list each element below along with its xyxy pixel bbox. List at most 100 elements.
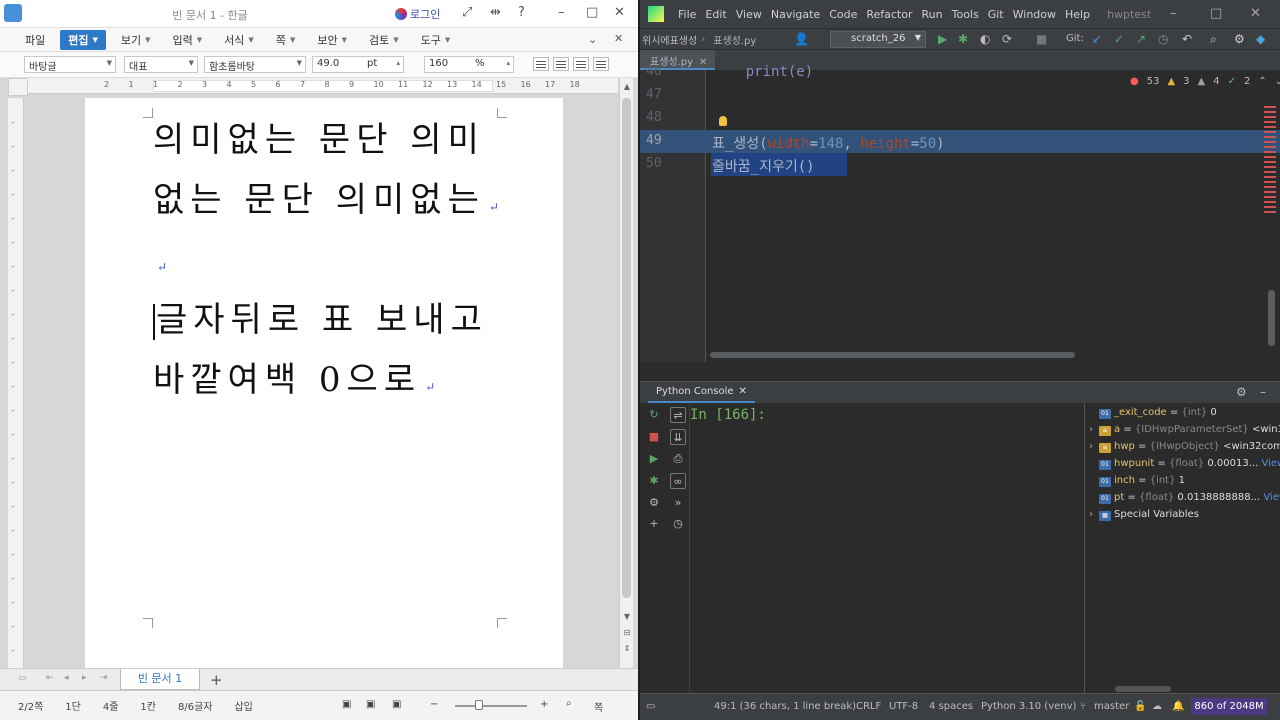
tab-python-console[interactable]: Python Console ✕ — [648, 382, 755, 403]
lightbulb-icon[interactable] — [719, 116, 727, 126]
menu-run[interactable]: Run — [922, 8, 943, 21]
view-normal-icon[interactable]: ▣ — [342, 699, 351, 710]
bell-icon[interactable]: 🔔 — [1172, 701, 1184, 712]
close-doc-icon[interactable]: ✕ — [614, 32, 623, 45]
line-separator[interactable]: CRLF — [856, 701, 881, 712]
view-link[interactable]: View — [1261, 458, 1280, 469]
menu-tools[interactable]: 도구 ▼ — [410, 32, 462, 48]
gear-icon[interactable]: ⚙ — [1236, 385, 1247, 399]
align-left-icon[interactable] — [553, 57, 569, 71]
login-button[interactable]: 로그인 — [395, 6, 440, 22]
help-icon[interactable]: ? — [518, 5, 525, 20]
close-tab-icon[interactable]: ✕ — [739, 386, 747, 397]
history-icon[interactable]: ◷ — [1158, 32, 1168, 46]
menu-help[interactable]: Help — [1065, 8, 1090, 21]
view-link[interactable]: View — [1263, 492, 1280, 503]
last-tab-icon[interactable]: ⇥ — [100, 673, 108, 683]
run-icon[interactable]: ▶ — [938, 32, 947, 46]
stepper-icon[interactable]: ▴ — [396, 59, 400, 67]
menu-review[interactable]: 검토 ▼ — [358, 32, 410, 48]
search-icon[interactable]: ⌕ — [1210, 32, 1217, 47]
variable-row[interactable]: ›≡a = {IDHwpParameterSet} <win3 — [1089, 424, 1280, 436]
editor-hscrollbar-thumb[interactable] — [710, 352, 1075, 358]
tab-menu-icon[interactable]: ▭ — [18, 673, 27, 683]
menu-view[interactable]: 보기 ▼ — [110, 32, 162, 48]
expand-icon[interactable]: › — [1089, 509, 1099, 520]
error-stripe-mark[interactable] — [1264, 126, 1276, 128]
view-width-icon[interactable]: ▣ — [366, 699, 375, 710]
git-commit-icon[interactable]: ✓ — [1114, 32, 1124, 46]
minimize-icon[interactable]: – — [1170, 6, 1177, 21]
stepper-icon[interactable]: ▴ — [506, 59, 510, 67]
breadcrumb-file[interactable]: 표생성.py — [713, 32, 756, 47]
view-page-icon[interactable]: ▣ — [392, 699, 401, 710]
variable-row[interactable]: 01 inch = {int} 1 — [1089, 475, 1185, 487]
error-stripe-mark[interactable] — [1264, 166, 1276, 168]
console-prompt[interactable]: In [166]: — [690, 407, 766, 423]
variable-row[interactable]: 01hwpunit = {float} 0.00013... View — [1089, 458, 1280, 470]
error-stripe-mark[interactable] — [1264, 186, 1276, 188]
cloud-icon[interactable]: ☁ — [1152, 701, 1162, 712]
align-center-icon[interactable] — [573, 57, 589, 71]
gear-icon[interactable]: ⚙ — [1234, 32, 1245, 46]
zoom-slider[interactable] — [455, 705, 527, 707]
breadcrumb[interactable]: 위시에표생성 — [640, 32, 697, 47]
close-icon[interactable]: ✕ — [1250, 6, 1261, 21]
error-stripe-mark[interactable] — [1264, 121, 1276, 123]
scrollbar-thumb[interactable] — [622, 98, 631, 598]
close-tab-icon[interactable]: ✕ — [699, 57, 707, 68]
editor-scrollbar-thumb[interactable] — [1268, 290, 1275, 346]
git-update-icon[interactable]: ↙ — [1092, 32, 1102, 46]
chevron-down-icon[interactable]: ⌄ — [1275, 76, 1280, 87]
error-stripe-mark[interactable] — [1264, 151, 1276, 153]
vertical-scrollbar[interactable]: ▲ ▼ ⊟ ⇕ — [619, 78, 633, 668]
page-up-icon[interactable]: ⊟ — [622, 628, 632, 638]
page-nav-icon[interactable]: ⇕ — [622, 644, 632, 654]
error-stripe-mark[interactable] — [1264, 191, 1276, 193]
zoom-fit-icon[interactable]: 쪽 — [594, 699, 603, 714]
settings-icon[interactable]: ⚙ — [646, 495, 662, 511]
error-stripe-mark[interactable] — [1264, 161, 1276, 163]
add-tab-icon[interactable]: + — [210, 671, 223, 689]
menu-security[interactable]: 보안 ▼ — [306, 32, 358, 48]
menu-git[interactable]: Git — [988, 8, 1004, 21]
new-console-icon[interactable]: + — [646, 516, 662, 532]
maximize-icon[interactable]: □ — [586, 5, 598, 20]
horizontal-ruler[interactable]: 2 1 1 2 3 4 5 6 7 8 9 10 11 12 13 14 15 16 17 18 — [28, 78, 618, 94]
error-stripe-mark[interactable] — [1264, 196, 1276, 198]
font-size-field[interactable]: 49.0 pt ▴ — [312, 56, 404, 73]
indent-setting[interactable]: 4 spaces — [929, 701, 973, 712]
variable-row[interactable]: 01 _exit_code = {int} 0 — [1089, 407, 1217, 419]
zoom-out-icon[interactable]: − — [430, 699, 438, 710]
git-push-icon[interactable]: ↗ — [1136, 32, 1146, 46]
history-icon[interactable]: ◷ — [670, 516, 686, 532]
print-icon[interactable]: ⎙ — [670, 451, 686, 467]
style-select[interactable]: 바탕글 ▼ — [24, 56, 116, 73]
show-variables-icon[interactable]: ∞ — [670, 473, 686, 489]
ruler-corner[interactable] — [8, 78, 28, 96]
menu-view[interactable]: View — [736, 8, 762, 21]
error-stripe-mark[interactable] — [1264, 181, 1276, 183]
zoom-slider-knob[interactable] — [475, 700, 483, 710]
run-icon[interactable]: ▶ — [646, 451, 662, 467]
menu-file[interactable]: File — [678, 8, 696, 21]
error-stripe-mark[interactable] — [1264, 206, 1276, 208]
variable-row[interactable]: › ≡ hwp = {IHwpObject} <win32com — [1089, 441, 1280, 453]
inspection-widget[interactable]: ● 53 ▲ 3 ▲ 4 ✓ 2 ⌃ ⌄ — [1130, 76, 1280, 87]
menu-refactor[interactable]: Refactor — [866, 8, 912, 21]
error-stripe-mark[interactable] — [1264, 106, 1276, 108]
error-stripe-mark[interactable] — [1264, 141, 1276, 143]
close-icon[interactable]: ✕ — [614, 5, 625, 20]
align-justify-icon[interactable] — [533, 57, 549, 71]
split-icon[interactable]: ⇹ — [490, 5, 501, 20]
language-select[interactable]: 대표 ▼ — [124, 56, 198, 73]
error-stripe-mark[interactable] — [1264, 211, 1276, 213]
interpreter[interactable]: Python 3.10 (venv) — [981, 701, 1076, 712]
menu-format[interactable]: 서식 ▼ — [213, 32, 265, 48]
error-stripe-mark[interactable] — [1264, 156, 1276, 158]
line-spacing-field[interactable]: 160 % ▴ — [424, 56, 514, 73]
hide-icon[interactable]: – — [1260, 385, 1266, 399]
variable-row[interactable]: 01pt = {float} 0.0138888888... View — [1089, 492, 1280, 504]
menu-tools[interactable]: Tools — [952, 8, 979, 21]
fullscreen-icon[interactable]: ⤢ — [462, 5, 472, 20]
